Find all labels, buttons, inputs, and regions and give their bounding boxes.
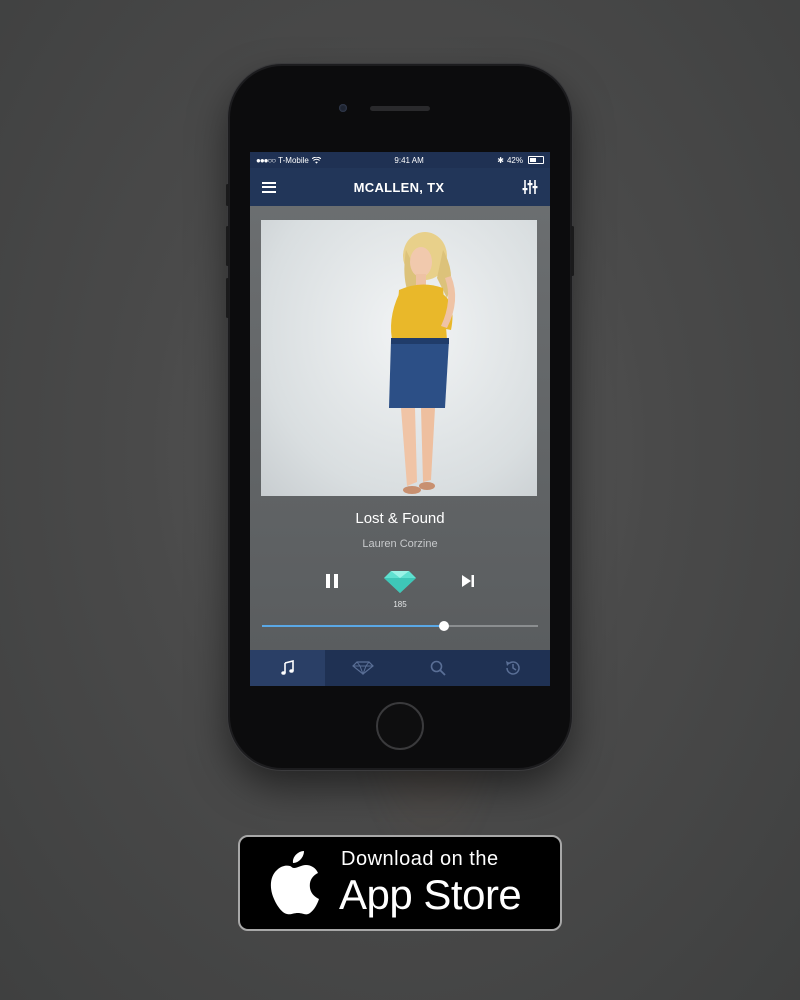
- track-artist: Lauren Corzine: [362, 538, 438, 550]
- apple-logo-icon: [270, 851, 319, 915]
- badge-line-1: Download on the: [341, 848, 499, 870]
- tab-music[interactable]: [250, 650, 325, 686]
- tab-bar: [250, 650, 550, 686]
- app-screen: ●●●○○ T-Mobile 9:41 AM ✱ 42% MCALLEN, TX: [250, 152, 550, 686]
- tab-search[interactable]: [400, 650, 475, 686]
- location-title: MCALLEN, TX: [353, 179, 445, 195]
- menu-icon[interactable]: [262, 181, 276, 193]
- pause-bar-right: [334, 574, 338, 588]
- earpiece-speaker: [370, 106, 430, 111]
- album-artwork: [261, 220, 537, 496]
- progress-knob[interactable]: [439, 621, 450, 631]
- status-bar: ●●●○○ T-Mobile 9:41 AM ✱ 42%: [250, 152, 550, 168]
- volume-up-button: [226, 226, 229, 266]
- volume-down-button: [226, 278, 229, 318]
- tab-history[interactable]: [475, 650, 550, 686]
- playback-controls: [250, 568, 550, 598]
- front-camera: [339, 104, 347, 112]
- now-playing-view: Lost & Found Lauren Corzine 185: [250, 206, 550, 650]
- progress-slider[interactable]: [262, 621, 538, 631]
- wifi-icon: [311, 156, 321, 164]
- music-note-icon: [280, 660, 294, 675]
- pause-button[interactable]: [326, 574, 338, 588]
- history-icon: [505, 661, 520, 675]
- battery-icon: [528, 156, 544, 164]
- tab-gems[interactable]: [325, 650, 400, 686]
- search-icon: [430, 660, 446, 676]
- badge-line-2: App Store: [339, 871, 522, 918]
- phone-mockup: ●●●○○ T-Mobile 9:41 AM ✱ 42% MCALLEN, TX: [226, 66, 574, 768]
- clock: 9:41 AM: [394, 155, 424, 165]
- track-title: Lost & Found: [355, 510, 445, 527]
- diamond-icon[interactable]: [383, 570, 417, 594]
- pause-bar-left: [326, 574, 330, 588]
- diamond-outline-icon: [351, 661, 374, 675]
- battery-percentage: 42%: [506, 155, 523, 165]
- signal-strength-icon: ●●●○○: [256, 155, 276, 165]
- mute-switch: [226, 184, 229, 206]
- power-button: [571, 226, 574, 276]
- app-store-badge[interactable]: Download on the App Store: [238, 835, 562, 931]
- carrier-label: T-Mobile: [278, 155, 309, 165]
- bluetooth-icon: ✱: [497, 155, 504, 165]
- nav-bar: MCALLEN, TX: [250, 168, 550, 206]
- progress-fill: [262, 625, 445, 627]
- artist-photo: [389, 232, 456, 494]
- equalizer-settings-icon[interactable]: [522, 179, 538, 195]
- gem-count: 185: [393, 600, 407, 609]
- home-button: [376, 702, 424, 750]
- skip-next-icon[interactable]: [461, 574, 475, 588]
